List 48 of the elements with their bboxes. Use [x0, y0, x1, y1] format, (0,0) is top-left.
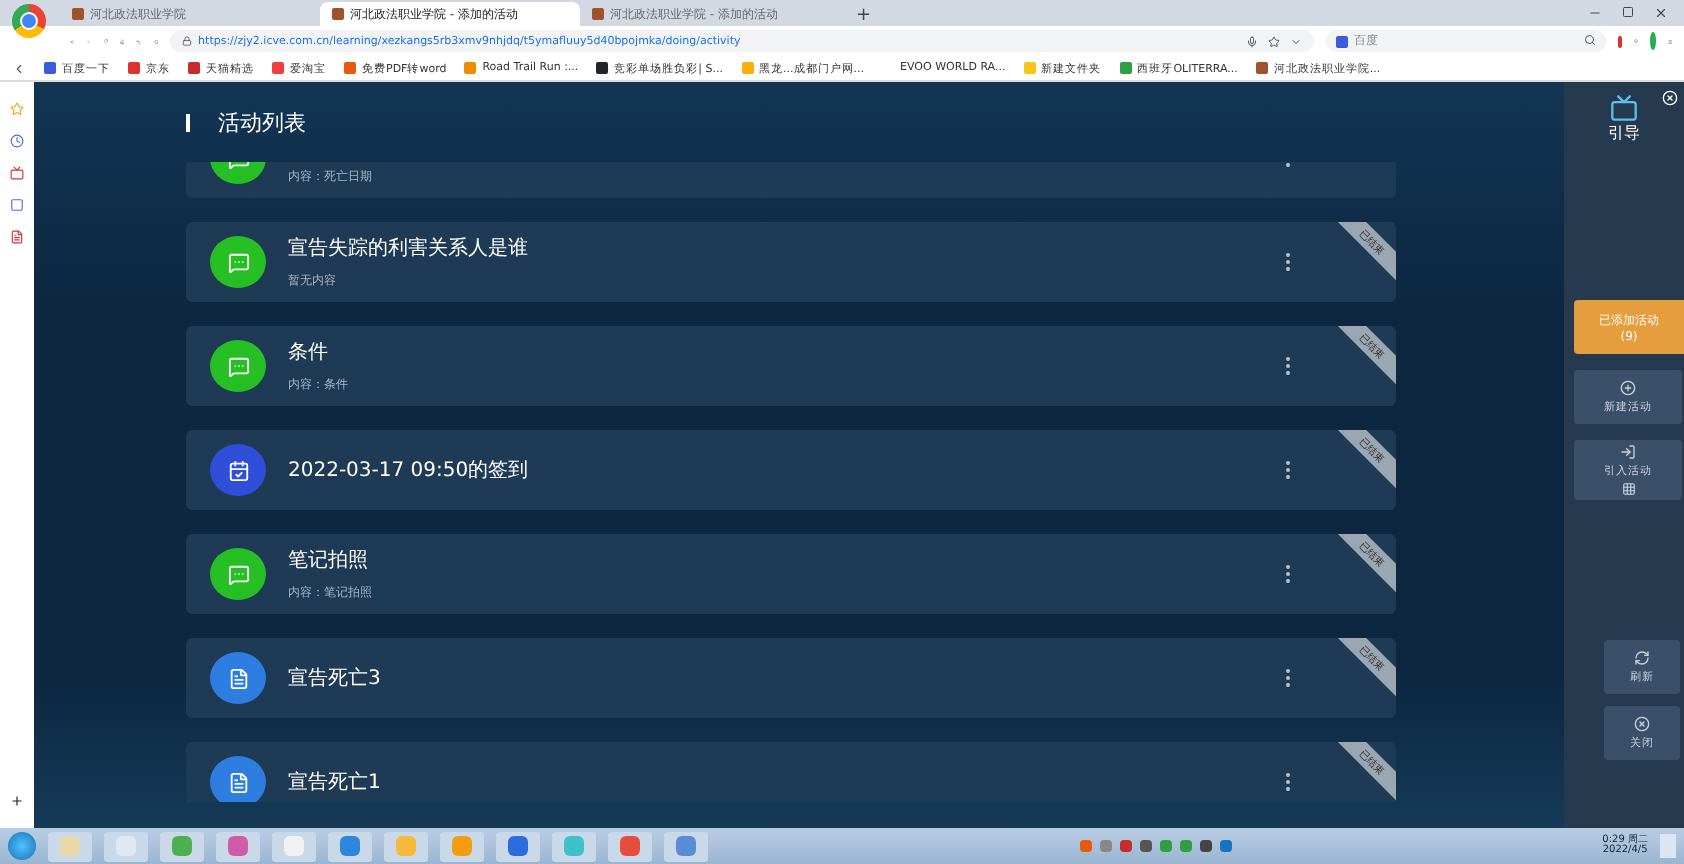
tv-icon[interactable] [1610, 94, 1638, 122]
sidebar-toggle-icon [12, 61, 26, 75]
search-engine-icon [1336, 35, 1349, 47]
page-title: 活动列表 [218, 107, 306, 137]
taskbar-app-icon[interactable] [440, 831, 484, 861]
document-icon [227, 771, 249, 793]
activity-title: 宣告失踪的利害关系人是谁 [288, 235, 530, 262]
history-icon [10, 134, 24, 148]
close-circle-icon [1634, 716, 1650, 732]
taskbar-app-icon[interactable] [608, 831, 652, 861]
document-icon [227, 667, 249, 689]
microphone-icon [1246, 35, 1259, 47]
maximize-icon[interactable] [1622, 6, 1634, 18]
site-icon [592, 8, 604, 20]
taskbar-app-icon[interactable] [272, 831, 316, 861]
import-icon [1620, 444, 1636, 460]
activity-title: 2022-03-17 09:50的签到 [288, 458, 531, 484]
browser-logo-icon [12, 4, 46, 38]
start-button[interactable] [8, 832, 36, 860]
guide-label: 引导 [1608, 122, 1640, 144]
plus-circle-icon [1620, 380, 1636, 396]
pdf-icon [10, 230, 24, 244]
activity-title: 宣告死亡3 [288, 665, 383, 692]
show-desktop-button[interactable] [1659, 834, 1676, 858]
add-icon[interactable] [10, 794, 24, 808]
site-icon [72, 8, 84, 20]
close-icon[interactable] [1654, 6, 1668, 20]
lock-icon [182, 36, 193, 46]
taskbar-app-icon[interactable] [664, 831, 708, 861]
refresh-icon [1634, 650, 1650, 666]
search-icon [1584, 33, 1597, 45]
activity-title: 宣告死亡1 [288, 769, 383, 796]
card-icon [10, 198, 24, 212]
activity-title: 条件 [288, 340, 330, 366]
minimize-icon[interactable] [1588, 6, 1602, 20]
weibo-icon [10, 166, 24, 180]
taskbar-app-icon[interactable] [552, 831, 596, 861]
taskbar-app-icon[interactable] [328, 831, 372, 861]
taskbar-app-icon[interactable] [160, 831, 204, 861]
grid-icon [1621, 482, 1635, 496]
bookmark-star-icon [1268, 35, 1281, 47]
calendar-check-icon [227, 459, 249, 481]
taskbar-app-icon[interactable] [496, 831, 540, 861]
activity-title: 笔记拍照 [288, 547, 370, 574]
taskbar-app-icon[interactable] [216, 831, 260, 861]
site-icon [332, 8, 344, 20]
chevron-down-icon [1290, 35, 1303, 47]
new-tab-button[interactable]: + [856, 6, 872, 26]
